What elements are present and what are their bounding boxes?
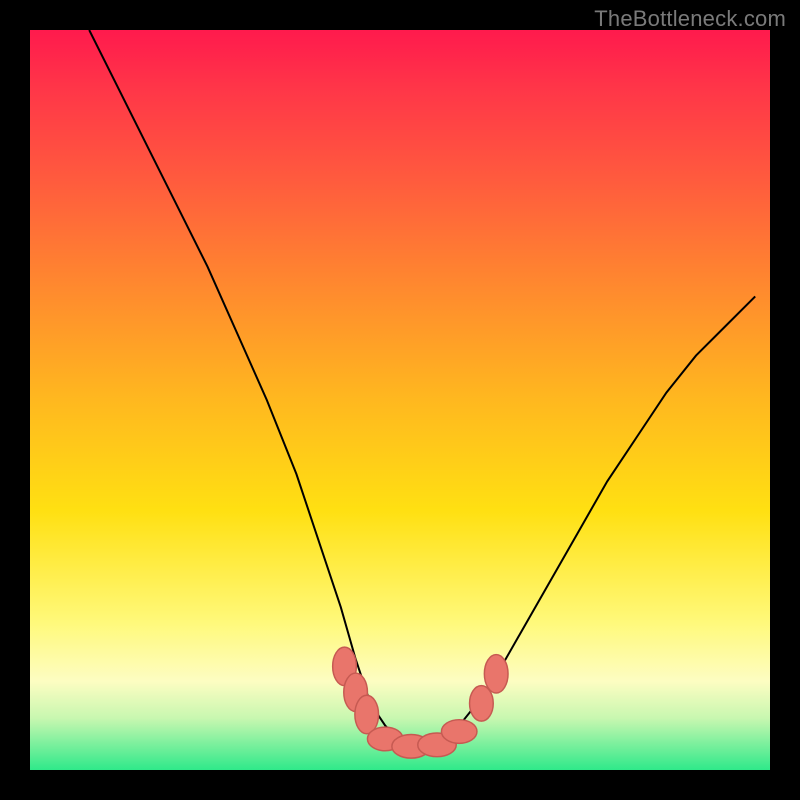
curve-marker <box>441 720 477 744</box>
curve-marker <box>355 695 379 733</box>
bottleneck-curve <box>89 30 755 748</box>
curve-layer <box>30 30 770 770</box>
chart-frame: TheBottleneck.com <box>0 0 800 800</box>
plot-area <box>30 30 770 770</box>
curve-markers <box>333 647 508 758</box>
curve-marker <box>484 655 508 693</box>
curve-path <box>89 30 755 748</box>
watermark-text: TheBottleneck.com <box>594 6 786 32</box>
